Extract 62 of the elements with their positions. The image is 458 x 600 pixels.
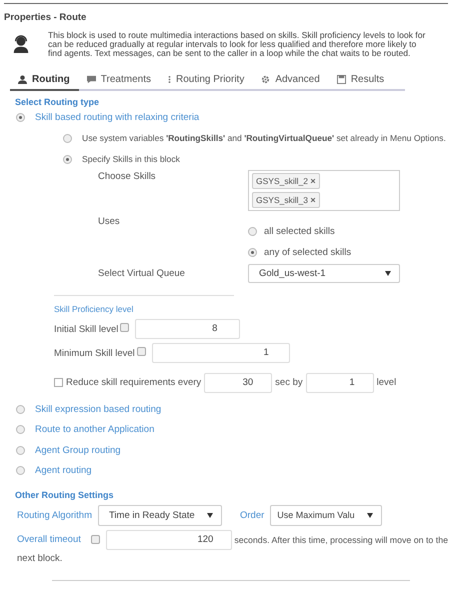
order-dropdown[interactable]: Use Maximum Valu xyxy=(270,504,382,526)
field-label: Reduce skill requirements every xyxy=(66,377,202,388)
skill-tag: GSYS_skill_3 × xyxy=(252,192,320,208)
field-label: Order xyxy=(240,510,264,521)
dropdown-arrow-icon xyxy=(206,512,213,518)
radio-label[interactable]: Use system variables 'RoutingSkills' and 'RoutingVirtualQueue' set already in Menu Options. xyxy=(82,133,446,144)
field-label: Overall timeout xyxy=(17,534,81,546)
radio-button[interactable] xyxy=(248,248,257,257)
field-label: Routing Algorithm xyxy=(17,510,92,521)
gear-icon xyxy=(261,75,270,84)
remove-icon[interactable]: × xyxy=(310,176,316,186)
field-label: sec by xyxy=(275,377,303,388)
skill-tag: GSYS_skill_2 × xyxy=(252,172,320,189)
radio-button[interactable] xyxy=(248,226,257,236)
radio-button[interactable] xyxy=(16,466,25,476)
timeout-note: next block. xyxy=(16,552,62,564)
radio-button[interactable] xyxy=(16,404,25,414)
field-label: Initial Skill level xyxy=(54,322,118,335)
checkbox[interactable] xyxy=(120,322,130,332)
seconds-field[interactable]: 30 xyxy=(204,372,272,393)
section-title: Other Routing Settings xyxy=(14,488,114,500)
level-field[interactable]: 1 xyxy=(152,342,290,363)
checkbox[interactable] xyxy=(90,535,100,544)
radio-label[interactable]: all selected skills xyxy=(264,226,335,237)
chat-icon xyxy=(86,75,96,84)
more-vertical-icon xyxy=(168,75,171,84)
checkbox[interactable] xyxy=(54,378,63,388)
timeout-note: seconds. After this time, processing will move on to the xyxy=(234,534,448,545)
panel-title: Properties - Route xyxy=(4,3,448,23)
remove-icon[interactable]: × xyxy=(310,194,316,205)
tab[interactable]: Routing xyxy=(10,71,79,92)
checkbox[interactable] xyxy=(136,346,146,356)
queue-dropdown[interactable]: Gold_us-west-1 xyxy=(248,264,400,283)
tab[interactable]: Results xyxy=(328,71,394,92)
save-icon xyxy=(336,75,346,84)
field-label: Choose Skills xyxy=(98,170,157,184)
field-label: level xyxy=(376,377,396,388)
field-label: Uses xyxy=(98,214,121,229)
step-field[interactable]: 1 xyxy=(306,372,374,393)
dropdown-arrow-icon xyxy=(367,512,374,518)
radio-button[interactable] xyxy=(16,113,25,122)
section-title: Select Routing type xyxy=(14,96,100,108)
tab[interactable]: Treatments xyxy=(78,71,160,92)
radio-label[interactable]: any of selected skills xyxy=(264,246,352,258)
radio-label[interactable]: Specify Skills in this block xyxy=(82,154,180,164)
tab[interactable]: Routing Priority xyxy=(160,71,254,92)
description-text: This block is used to route multimedia interactions based on skills. Skill proficiency levels to look for can be reduced gradually at regular intervals to look for less qualified and therefore more likely to find agents. Text messages, can be sent to the caller in a loop while the chat waits to be routed. xyxy=(48,31,426,58)
field-label: Minimum Skill level xyxy=(54,346,135,359)
agent-headset-icon xyxy=(12,34,30,54)
dropdown-arrow-icon xyxy=(385,270,391,276)
person-icon xyxy=(18,75,27,84)
skills-field[interactable]: GSYS_skill_2 × GSYS_skill_3 × xyxy=(248,170,400,211)
radio-button[interactable] xyxy=(16,425,25,434)
field-label: Select Virtual Queue xyxy=(98,266,186,281)
radio-button[interactable] xyxy=(63,134,72,143)
radio-button[interactable] xyxy=(16,446,25,455)
tab[interactable]: Advanced xyxy=(253,71,329,92)
level-field[interactable]: 8 xyxy=(135,318,240,339)
algorithm-dropdown[interactable]: Time in Ready State xyxy=(98,504,222,526)
radio-button[interactable] xyxy=(63,154,72,164)
timeout-field[interactable]: 120 xyxy=(106,530,232,550)
subsection-title: Skill Proficiency level xyxy=(54,302,134,316)
